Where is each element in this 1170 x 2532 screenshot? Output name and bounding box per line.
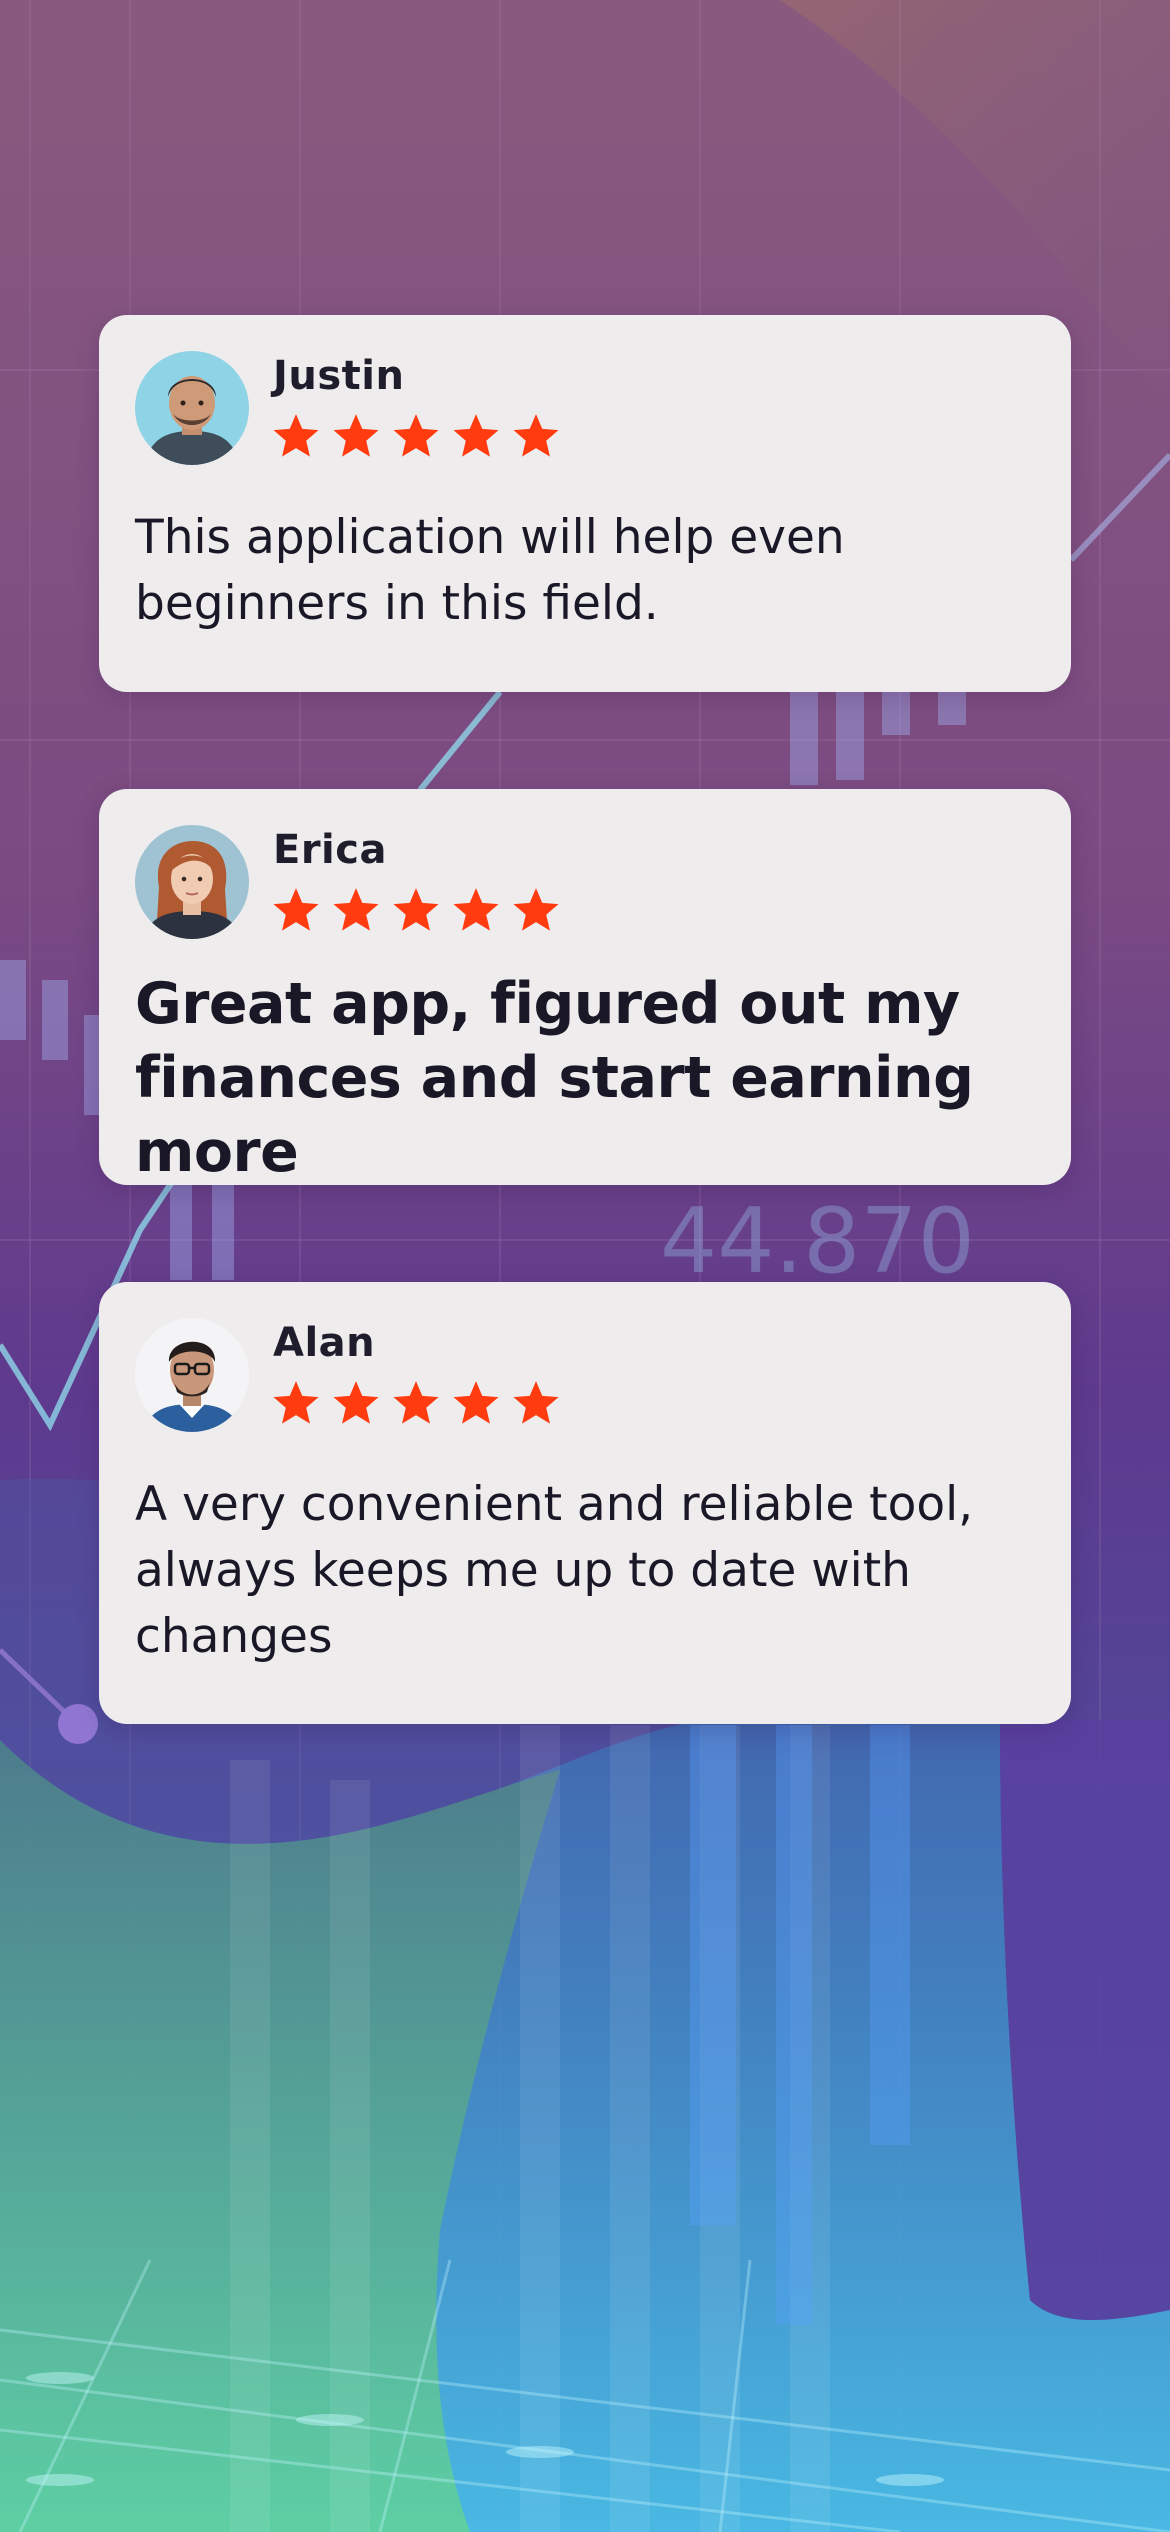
reviewer-name: Erica [273, 827, 387, 873]
star-icon [453, 888, 499, 931]
review-card: Alan A very convenient and reliable tool… [99, 1282, 1071, 1724]
star-icon [513, 414, 559, 457]
star-icon [513, 1381, 559, 1424]
star-icon [273, 888, 319, 931]
reviewer-name: Alan [273, 1320, 376, 1366]
man-with-glasses-avatar-icon [135, 1318, 249, 1432]
review-card: Erica Great app, figured out my finances… [99, 789, 1071, 1185]
star-icon [333, 1381, 379, 1424]
star-icon [333, 414, 379, 457]
star-rating [271, 885, 561, 935]
star-icon [273, 1381, 319, 1424]
watermark-value: 44.870 [660, 1189, 975, 1294]
star-icon [453, 1381, 499, 1424]
star-icon [453, 414, 499, 457]
star-rating [271, 1378, 561, 1428]
star-icon [273, 414, 319, 457]
review-text: This application will help even beginner… [135, 510, 845, 631]
star-icon [333, 888, 379, 931]
review-text: Great app, figured out my finances and s… [135, 971, 974, 1185]
reviewer-name: Justin [273, 353, 405, 399]
woman-avatar-icon [135, 825, 249, 939]
review-card: Justin This application will help even b… [99, 315, 1071, 692]
star-icon [393, 1381, 439, 1424]
star-icon [393, 414, 439, 457]
star-icon [393, 888, 439, 931]
review-text: A very convenient and reliable tool, alw… [135, 1477, 974, 1664]
star-icon [513, 888, 559, 931]
star-rating [271, 411, 561, 461]
man-avatar-icon [135, 351, 249, 465]
